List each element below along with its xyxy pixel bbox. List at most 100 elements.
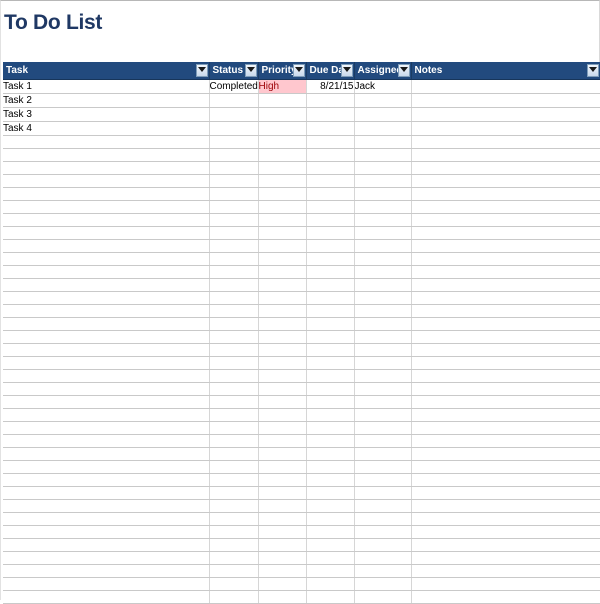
cell-status[interactable] [209, 93, 259, 108]
cell-status[interactable] [209, 330, 259, 344]
cell-task[interactable] [3, 252, 210, 266]
filter-dropdown-icon[interactable] [340, 64, 353, 77]
cell-notes[interactable] [411, 512, 600, 526]
cell-task[interactable] [3, 239, 210, 253]
cell-status[interactable] [209, 265, 259, 279]
cell-notes[interactable] [411, 538, 600, 552]
cell-notes[interactable] [411, 434, 600, 448]
cell-notes[interactable] [411, 161, 600, 175]
cell-task[interactable] [3, 135, 210, 149]
cell-task[interactable]: Task 3 [3, 107, 210, 122]
cell-priority[interactable] [258, 291, 307, 305]
cell-task[interactable] [3, 291, 210, 305]
cell-assignee[interactable] [354, 447, 412, 461]
cell-due_date[interactable] [306, 304, 355, 318]
cell-notes[interactable] [411, 252, 600, 266]
cell-priority[interactable] [258, 174, 307, 188]
cell-status[interactable] [209, 161, 259, 175]
cell-status[interactable] [209, 512, 259, 526]
cell-priority[interactable] [258, 486, 307, 500]
cell-notes[interactable] [411, 395, 600, 409]
cell-due_date[interactable] [306, 395, 355, 409]
cell-due_date[interactable] [306, 148, 355, 162]
cell-priority[interactable] [258, 382, 307, 396]
cell-priority[interactable] [258, 590, 307, 604]
cell-due_date[interactable] [306, 135, 355, 149]
cell-assignee[interactable] [354, 107, 412, 122]
cell-priority[interactable] [258, 356, 307, 370]
cell-notes[interactable] [411, 213, 600, 227]
cell-assignee[interactable] [354, 252, 412, 266]
cell-assignee[interactable] [354, 460, 412, 474]
cell-due_date[interactable] [306, 213, 355, 227]
cell-assignee[interactable] [354, 421, 412, 435]
cell-notes[interactable] [411, 93, 600, 108]
cell-notes[interactable] [411, 421, 600, 435]
cell-task[interactable] [3, 317, 210, 331]
cell-assignee[interactable] [354, 200, 412, 214]
cell-task[interactable]: Task 1 [3, 79, 210, 94]
cell-status[interactable] [209, 226, 259, 240]
cell-priority[interactable] [258, 239, 307, 253]
cell-priority[interactable] [258, 447, 307, 461]
cell-status[interactable] [209, 551, 259, 565]
cell-status[interactable] [209, 304, 259, 318]
cell-task[interactable] [3, 577, 210, 591]
cell-status[interactable] [209, 434, 259, 448]
cell-priority[interactable] [258, 460, 307, 474]
cell-due_date[interactable] [306, 121, 355, 136]
cell-notes[interactable] [411, 121, 600, 136]
cell-priority[interactable] [258, 551, 307, 565]
cell-priority[interactable] [258, 317, 307, 331]
cell-task[interactable] [3, 226, 210, 240]
cell-status[interactable] [209, 291, 259, 305]
cell-assignee[interactable] [354, 382, 412, 396]
cell-task[interactable] [3, 434, 210, 448]
cell-priority[interactable] [258, 135, 307, 149]
filter-dropdown-icon[interactable] [244, 64, 257, 77]
cell-status[interactable] [209, 135, 259, 149]
cell-notes[interactable] [411, 486, 600, 500]
cell-task[interactable] [3, 148, 210, 162]
cell-priority[interactable] [258, 499, 307, 513]
cell-notes[interactable] [411, 148, 600, 162]
cell-notes[interactable] [411, 551, 600, 565]
cell-due_date[interactable] [306, 226, 355, 240]
filter-dropdown-icon[interactable] [397, 64, 410, 77]
cell-due_date[interactable] [306, 447, 355, 461]
cell-due_date[interactable] [306, 551, 355, 565]
cell-due_date[interactable] [306, 93, 355, 108]
cell-task[interactable] [3, 174, 210, 188]
cell-due_date[interactable] [306, 382, 355, 396]
cell-status[interactable] [209, 107, 259, 122]
cell-status[interactable] [209, 213, 259, 227]
cell-priority[interactable] [258, 148, 307, 162]
cell-task[interactable] [3, 551, 210, 565]
cell-status[interactable] [209, 538, 259, 552]
cell-status[interactable] [209, 187, 259, 201]
cell-assignee[interactable] [354, 486, 412, 500]
cell-notes[interactable] [411, 564, 600, 578]
cell-notes[interactable] [411, 525, 600, 539]
cell-notes[interactable] [411, 239, 600, 253]
cell-status[interactable] [209, 421, 259, 435]
cell-assignee[interactable] [354, 317, 412, 331]
cell-assignee[interactable] [354, 304, 412, 318]
cell-task[interactable] [3, 369, 210, 383]
cell-notes[interactable] [411, 343, 600, 357]
cell-task[interactable] [3, 330, 210, 344]
cell-status[interactable] [209, 369, 259, 383]
cell-priority[interactable]: High [258, 79, 307, 94]
cell-notes[interactable] [411, 265, 600, 279]
cell-priority[interactable] [258, 473, 307, 487]
cell-due_date[interactable] [306, 343, 355, 357]
cell-notes[interactable] [411, 330, 600, 344]
cell-assignee[interactable] [354, 291, 412, 305]
cell-task[interactable] [3, 343, 210, 357]
cell-notes[interactable] [411, 577, 600, 591]
cell-assignee[interactable] [354, 538, 412, 552]
cell-priority[interactable] [258, 512, 307, 526]
cell-status[interactable] [209, 525, 259, 539]
cell-task[interactable] [3, 460, 210, 474]
cell-priority[interactable] [258, 187, 307, 201]
